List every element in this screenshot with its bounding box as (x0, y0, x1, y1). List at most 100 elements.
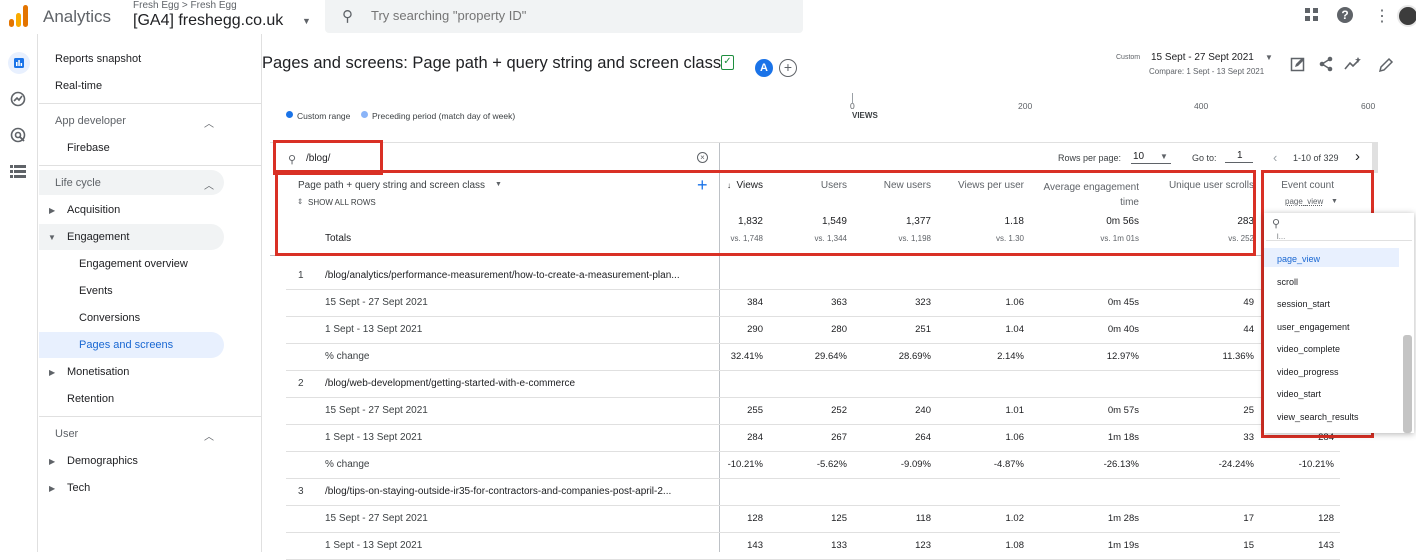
search-icon: ⚲ (342, 8, 353, 25)
horizontal-scrollbar[interactable] (1372, 143, 1378, 173)
sidebar-section-app-developer[interactable]: App developer (55, 115, 126, 127)
sidebar-section-user[interactable]: User (55, 428, 78, 440)
sidebar-item-monetisation[interactable]: Monetisation (67, 366, 129, 378)
subrow-label: 1 Sept - 13 Sept 2021 (325, 540, 423, 551)
sidebar-item-acquisition[interactable]: Acquisition (67, 204, 120, 216)
cell-value: 128 (1318, 513, 1334, 524)
cell-value: 1.06 (1005, 432, 1025, 443)
add-comparison-icon[interactable]: + (779, 59, 797, 77)
caret-right-icon[interactable]: ▶ (49, 206, 55, 215)
dropdown-item-video-progress[interactable]: video_progress (1277, 367, 1339, 377)
rows-per-page-select[interactable]: 10 (1133, 151, 1144, 162)
caret-down-icon[interactable]: ▼ (48, 233, 56, 242)
user-avatar[interactable] (1397, 5, 1416, 27)
sidebar-item-realtime[interactable]: Real-time (55, 80, 102, 92)
chevron-up-icon[interactable]: ︿ (204, 115, 214, 130)
next-page-icon[interactable]: › (1355, 148, 1360, 165)
comparison-avatar[interactable]: A (755, 59, 773, 77)
sidebar-item-pages-and-screens[interactable]: Pages and screens (79, 339, 173, 351)
share-icon[interactable] (1318, 56, 1334, 77)
sidebar-item-engagement-overview[interactable]: Engagement overview (79, 258, 188, 270)
cell-value: 240 (915, 405, 931, 416)
sidebar-item-conversions[interactable]: Conversions (79, 312, 140, 324)
previous-page-icon[interactable]: ‹ (1273, 150, 1277, 165)
subrow-label: % change (325, 351, 370, 362)
row-divider (286, 424, 1340, 425)
chevron-up-icon[interactable]: ︿ (204, 428, 214, 443)
clear-filter-icon[interactable]: × (697, 152, 708, 163)
report-check-icon[interactable]: ✓ (721, 55, 734, 70)
sidebar-item-reports-snapshot[interactable]: Reports snapshot (55, 53, 141, 65)
search-input[interactable] (371, 8, 771, 23)
sidebar-section-life-cycle[interactable]: Life cycle (55, 177, 101, 189)
row-divider (286, 397, 1340, 398)
cell-value: -9.09% (900, 459, 931, 470)
reports-icon[interactable] (8, 52, 30, 74)
cell-value: 29.64% (814, 351, 847, 362)
cell-value: 15 (1243, 540, 1254, 551)
legend-current-label: Custom range (297, 111, 351, 121)
advertising-icon[interactable] (10, 127, 26, 147)
row-divider (286, 289, 1340, 290)
row-page-path[interactable]: /blog/tips-on-staying-outside-ir35-for-c… (325, 486, 671, 497)
row-divider (286, 451, 1340, 452)
dropdown-item-video-start[interactable]: video_start (1277, 389, 1321, 399)
chevron-down-icon[interactable]: ▼ (1265, 53, 1273, 62)
chevron-down-icon[interactable]: ▼ (1160, 152, 1168, 161)
row-index: 1 (298, 270, 304, 281)
dropdown-item-user-engagement[interactable]: user_engagement (1277, 322, 1350, 332)
property-selector[interactable]: [GA4] freshegg.co.uk (133, 12, 283, 30)
more-vert-icon[interactable]: ⋮ (1374, 6, 1390, 26)
cell-value: 33 (1243, 432, 1254, 443)
configure-list-icon[interactable] (10, 164, 26, 182)
sidebar-item-firebase[interactable]: Firebase (67, 142, 110, 154)
axis-label: VIEWS (852, 111, 878, 120)
apps-grid-icon[interactable] (1305, 8, 1319, 26)
chevron-down-icon[interactable]: ▼ (302, 16, 311, 26)
customize-report-icon[interactable] (1290, 56, 1306, 77)
go-to-input[interactable]: 1 (1237, 150, 1243, 161)
cell-value: 143 (1318, 540, 1334, 551)
cell-value: 323 (915, 297, 931, 308)
dropdown-item-session-start[interactable]: session_start (1277, 299, 1330, 309)
cell-value: 25 (1243, 405, 1254, 416)
cell-value: 1m 19s (1107, 540, 1139, 551)
cell-value: 1m 18s (1107, 432, 1139, 443)
caret-right-icon[interactable]: ▶ (49, 368, 55, 377)
sidebar-item-tech[interactable]: Tech (67, 482, 90, 494)
date-range-label: Custom (1116, 54, 1141, 61)
cell-value: -10.21% (727, 459, 763, 470)
analytics-logo[interactable] (9, 5, 29, 27)
row-divider (286, 532, 1340, 533)
sidebar-item-events[interactable]: Events (79, 285, 113, 297)
sidebar (39, 34, 262, 552)
caret-right-icon[interactable]: ▶ (49, 484, 55, 493)
row-page-path[interactable]: /blog/web-development/getting-started-wi… (325, 378, 575, 389)
sidebar-item-engagement[interactable]: Engagement (67, 231, 129, 243)
subrow-label: % change (325, 459, 370, 470)
row-divider (286, 370, 1340, 371)
help-icon[interactable]: ? (1337, 7, 1353, 23)
cell-value: 1.06 (1005, 297, 1025, 308)
cell-value: 251 (915, 324, 931, 335)
left-rail (0, 34, 38, 552)
chevron-up-icon[interactable]: ︿ (204, 177, 214, 192)
edit-icon[interactable] (1378, 57, 1394, 77)
dropdown-scrollbar[interactable] (1403, 335, 1412, 433)
sidebar-item-demographics[interactable]: Demographics (67, 455, 138, 467)
caret-right-icon[interactable]: ▶ (49, 457, 55, 466)
dropdown-item-view-search-results[interactable]: view_search_results (1277, 412, 1359, 422)
row-page-path[interactable]: /blog/analytics/performance-measurement/… (325, 270, 680, 281)
dropdown-item-page-view[interactable]: page_view (1277, 254, 1320, 264)
explore-icon[interactable] (10, 91, 26, 111)
cell-value: 28.69% (898, 351, 931, 362)
account-breadcrumb[interactable]: Fresh Egg > Fresh Egg (133, 0, 237, 11)
dropdown-item-video-complete[interactable]: video_complete (1277, 344, 1340, 354)
subrow-label: 15 Sept - 27 Sept 2021 (325, 513, 428, 524)
insights-icon[interactable] (1344, 56, 1362, 77)
sidebar-item-retention[interactable]: Retention (67, 393, 114, 405)
subrow-label: 1 Sept - 13 Sept 2021 (325, 432, 423, 443)
date-range-selector[interactable]: 15 Sept - 27 Sept 2021 (1151, 52, 1254, 63)
dropdown-item-scroll[interactable]: scroll (1277, 277, 1298, 287)
cell-value: 255 (747, 405, 763, 416)
